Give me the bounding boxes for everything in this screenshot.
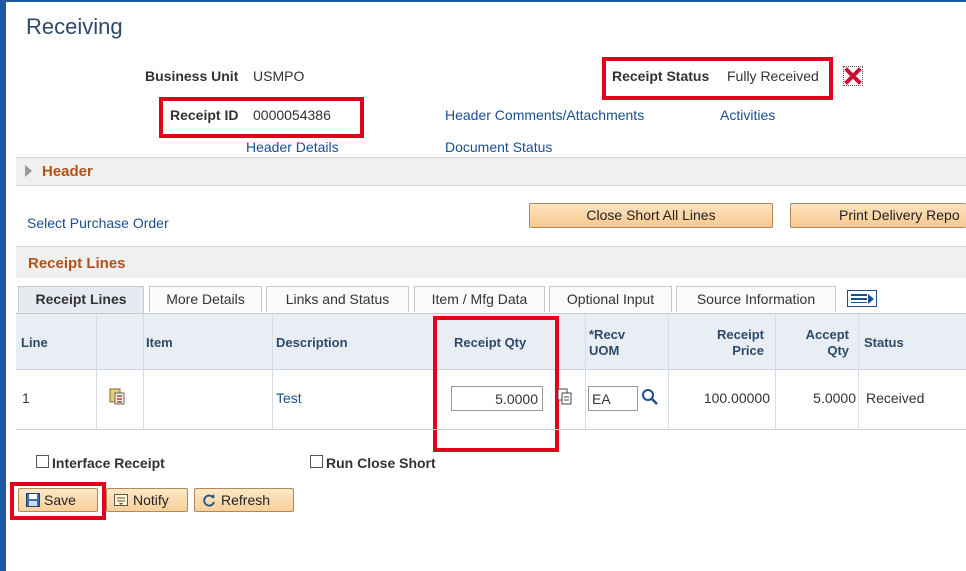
close-short-all-lines-button[interactable]: Close Short All Lines — [529, 203, 773, 228]
tab-optional-input[interactable]: Optional Input — [549, 286, 672, 312]
column-divider — [858, 314, 859, 429]
col-header-line: Line — [21, 335, 48, 350]
notify-label: Notify — [133, 492, 169, 508]
receipt-lines-section-title: Receipt Lines — [28, 255, 126, 272]
col-header-status: Status — [864, 335, 904, 350]
window-frame-top — [0, 0, 966, 2]
document-status-link[interactable]: Document Status — [445, 139, 552, 155]
receipt-id-label: Receipt ID — [170, 107, 239, 123]
run-close-short-checkbox[interactable] — [310, 455, 323, 468]
interface-receipt-label: Interface Receipt — [52, 455, 165, 471]
column-divider — [96, 314, 97, 429]
receipt-status-value: Fully Received — [727, 68, 819, 84]
copy-icon[interactable] — [557, 388, 572, 405]
print-delivery-report-button[interactable]: Print Delivery Repo — [790, 203, 966, 228]
col-header-recv-uom-line1: *Recv — [589, 327, 626, 342]
col-header-receipt-price-line1: Receipt — [717, 327, 764, 342]
delete-icon[interactable] — [843, 66, 863, 86]
floppy-disk-icon — [26, 493, 40, 507]
row-line-number: 1 — [22, 390, 30, 406]
column-divider — [272, 314, 273, 429]
notify-icon — [114, 494, 128, 506]
row-status: Received — [866, 390, 925, 406]
save-button[interactable]: Save — [18, 488, 98, 512]
header-details-link[interactable]: Header Details — [246, 139, 339, 155]
tab-more-details[interactable]: More Details — [149, 286, 262, 312]
header-section-toggle[interactable]: Header — [16, 157, 966, 186]
activities-link[interactable]: Activities — [720, 107, 775, 123]
page-title: Receiving — [26, 14, 123, 39]
row-receipt-price: 100.00000 — [703, 390, 770, 406]
header-comments-link[interactable]: Header Comments/Attachments — [445, 107, 644, 123]
tab-source-information[interactable]: Source Information — [676, 286, 836, 312]
tab-receipt-lines[interactable]: Receipt Lines — [18, 286, 144, 313]
window-frame-left — [0, 0, 6, 571]
column-divider — [143, 314, 144, 429]
lookup-search-icon[interactable] — [641, 388, 659, 406]
refresh-button[interactable]: Refresh — [194, 488, 294, 512]
expand-triangle-icon — [25, 165, 32, 177]
notify-button[interactable]: Notify — [106, 488, 188, 512]
row-description-link[interactable]: Test — [276, 390, 302, 406]
receipt-id-value: 0000054386 — [253, 107, 331, 123]
receipt-qty-input[interactable] — [451, 386, 543, 411]
refresh-icon — [203, 494, 215, 507]
interface-receipt-checkbox[interactable] — [36, 455, 49, 468]
business-unit-value: USMPO — [253, 68, 305, 84]
row-accept-qty: 5.0000 — [813, 390, 856, 406]
col-header-description: Description — [276, 335, 348, 350]
receipt-lines-section: Receipt Lines — [16, 246, 966, 278]
business-unit-label: Business Unit — [145, 68, 239, 84]
select-purchase-order-link[interactable]: Select Purchase Order — [27, 215, 169, 231]
tab-links-and-status[interactable]: Links and Status — [266, 286, 409, 312]
col-header-receipt-price-line2: Price — [732, 343, 764, 358]
run-close-short-label: Run Close Short — [326, 455, 436, 471]
table-bottom-border — [16, 429, 966, 430]
col-header-accept-qty-line1: Accept — [805, 327, 849, 342]
show-all-columns-icon[interactable] — [847, 290, 877, 307]
col-header-item: Item — [146, 335, 173, 350]
recv-uom-input[interactable] — [588, 386, 638, 411]
col-header-accept-qty-line2: Qty — [827, 343, 849, 358]
document-details-icon[interactable] — [108, 387, 126, 405]
receipt-status-label: Receipt Status — [612, 68, 710, 84]
tab-item-mfg-data[interactable]: Item / Mfg Data — [414, 286, 545, 312]
column-divider — [585, 314, 586, 429]
header-section-title: Header — [42, 163, 93, 180]
refresh-label: Refresh — [221, 492, 271, 508]
receipt-qty-highlight — [433, 316, 559, 452]
col-header-recv-uom-line2: UOM — [589, 343, 620, 358]
save-label: Save — [44, 492, 76, 508]
